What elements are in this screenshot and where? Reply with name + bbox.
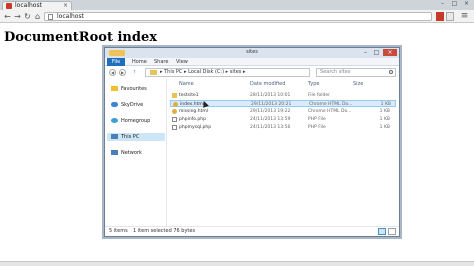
tab-share[interactable]: Share (154, 58, 168, 66)
column-header-name[interactable]: Name (179, 81, 194, 88)
homegroup-icon (111, 118, 118, 123)
network-icon (111, 150, 118, 155)
url-text: localhost (57, 13, 84, 20)
favicon-icon (6, 3, 12, 9)
folder-icon (172, 93, 177, 98)
maximize-button[interactable]: □ (450, 1, 459, 7)
large-icons-view-icon[interactable] (388, 228, 396, 235)
explorer-window: sites – □ × File Home Share View ◀ ▶ ↑ ▸… (104, 47, 400, 237)
file-list: Name Date modified Type Size testsite1 2… (168, 79, 399, 226)
browser-bottom-bar (0, 261, 474, 266)
explorer-forward-icon[interactable]: ▶ (119, 69, 126, 76)
close-button[interactable]: × (462, 1, 471, 7)
php-file-icon (172, 125, 177, 130)
menu-icon[interactable]: ≡ (460, 12, 469, 21)
search-icon (389, 70, 393, 74)
column-header-type[interactable]: Type (308, 81, 319, 88)
cloud-icon (111, 102, 118, 107)
nav-item-skydrive[interactable]: SkyDrive (111, 101, 143, 109)
file-row[interactable]: testsite1 28/11/2013 10:01 File folder (170, 92, 396, 99)
file-row[interactable]: missing.html 29/11/2013 19:22 Chrome HTM… (170, 108, 396, 115)
star-icon (111, 86, 118, 91)
home-icon[interactable]: ⌂ (33, 12, 42, 21)
column-header-date[interactable]: Date modified (250, 81, 285, 88)
explorer-titlebar: sites – □ × (105, 48, 399, 58)
tab-file[interactable]: File (107, 58, 125, 66)
ribbon-tabs: File Home Share View (105, 58, 399, 66)
reload-icon[interactable]: ↻ (23, 12, 32, 21)
chrome-html-icon (173, 102, 178, 107)
php-file-icon (172, 117, 177, 122)
address-path: ▸ This PC ▸ Local Disk (C:) ▸ sites ▸ (160, 69, 246, 75)
status-bar: 5 items 1 item selected 76 bytes (105, 226, 399, 236)
explorer-title: sites (246, 49, 258, 55)
window-controls: – □ × (438, 1, 471, 7)
file-row[interactable]: index.html 29/11/2013 20:21 Chrome HTML … (170, 100, 396, 108)
address-bar[interactable]: localhost (44, 12, 432, 21)
address-row: ◀ ▶ ↑ ▸ This PC ▸ Local Disk (C:) ▸ site… (105, 67, 399, 78)
extension-icon[interactable] (436, 12, 444, 21)
status-selection: 1 item selected 76 bytes (133, 228, 196, 234)
folder-icon (150, 70, 157, 75)
browser-tab[interactable]: localhost × (2, 1, 72, 10)
explorer-maximize-button[interactable]: □ (372, 49, 381, 56)
tab-view[interactable]: View (176, 58, 188, 66)
page-icon (48, 14, 53, 20)
chrome-html-icon (172, 109, 177, 114)
browser-toolbar: ← → ↻ ⌂ localhost ≡ (0, 10, 474, 23)
column-header-size[interactable]: Size (353, 81, 363, 88)
status-item-count: 5 items (109, 228, 128, 234)
tab-home[interactable]: Home (132, 58, 147, 66)
extension-icon-2[interactable] (446, 12, 454, 21)
explorer-window-controls: – □ × (361, 49, 397, 56)
minimize-button[interactable]: – (438, 1, 447, 7)
explorer-search-input[interactable]: Search sites (316, 68, 396, 77)
explorer-minimize-button[interactable]: – (361, 49, 370, 56)
explorer-address-bar[interactable]: ▸ This PC ▸ Local Disk (C:) ▸ sites ▸ (145, 68, 310, 77)
nav-item-favourites[interactable]: Favourites (111, 85, 147, 93)
tab-title: localhost (15, 2, 42, 9)
mouse-cursor-icon (201, 100, 209, 108)
computer-icon (111, 134, 118, 139)
search-placeholder: Search sites (320, 69, 351, 75)
tab-close-icon[interactable]: × (63, 2, 68, 10)
nav-item-this-pc[interactable]: This PC (107, 133, 165, 141)
nav-item-homegroup[interactable]: Homegroup (111, 117, 150, 125)
file-row[interactable]: phpmysql.php 24/11/2013 13:56 PHP File 1… (170, 124, 396, 131)
forward-arrow-icon[interactable]: → (13, 12, 22, 21)
back-arrow-icon[interactable]: ← (3, 12, 12, 21)
browser-tabstrip: localhost × – □ × (0, 0, 474, 10)
nav-item-network[interactable]: Network (111, 149, 142, 157)
explorer-up-icon[interactable]: ↑ (131, 69, 138, 76)
explorer-back-icon[interactable]: ◀ (109, 69, 116, 76)
details-view-icon[interactable] (378, 228, 386, 235)
file-row[interactable]: phpinfo.php 24/11/2013 13:59 PHP File 1 … (170, 116, 396, 123)
navigation-pane: Favourites SkyDrive Homegroup This PC Ne… (105, 79, 167, 226)
page-title: DocumentRoot index (4, 30, 157, 45)
explorer-close-button[interactable]: × (383, 49, 397, 56)
